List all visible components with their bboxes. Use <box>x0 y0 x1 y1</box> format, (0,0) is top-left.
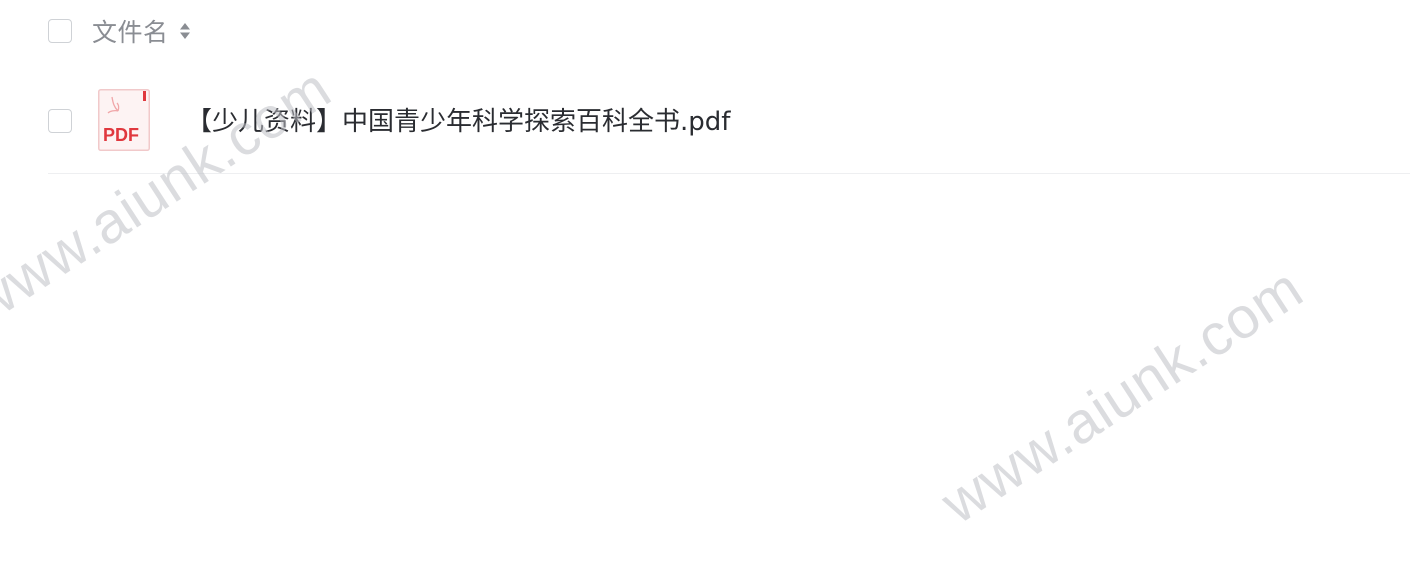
select-all-checkbox[interactable] <box>48 19 72 43</box>
pdf-type-label: PDF <box>103 125 139 145</box>
file-name-link[interactable]: 【少儿资料】中国青少年科学探索百科全书.pdf <box>186 101 730 138</box>
pdf-file-icon: PDF <box>98 88 150 151</box>
sort-icon[interactable] <box>179 21 191 41</box>
file-row-checkbox[interactable] <box>48 108 72 133</box>
column-title-filename[interactable]: 文件名 <box>92 13 169 49</box>
file-row[interactable]: PDF 【少儿资料】中国青少年科学探索百科全书.pdf <box>48 84 1410 174</box>
file-list-header: 文件名 <box>48 14 191 48</box>
watermark-text: www.aiunk.com <box>930 255 1315 537</box>
file-list-page: 文件名 PDF 【少儿资料】中国青少年科学探索百科全书.pdf www.aiun… <box>0 0 1410 588</box>
